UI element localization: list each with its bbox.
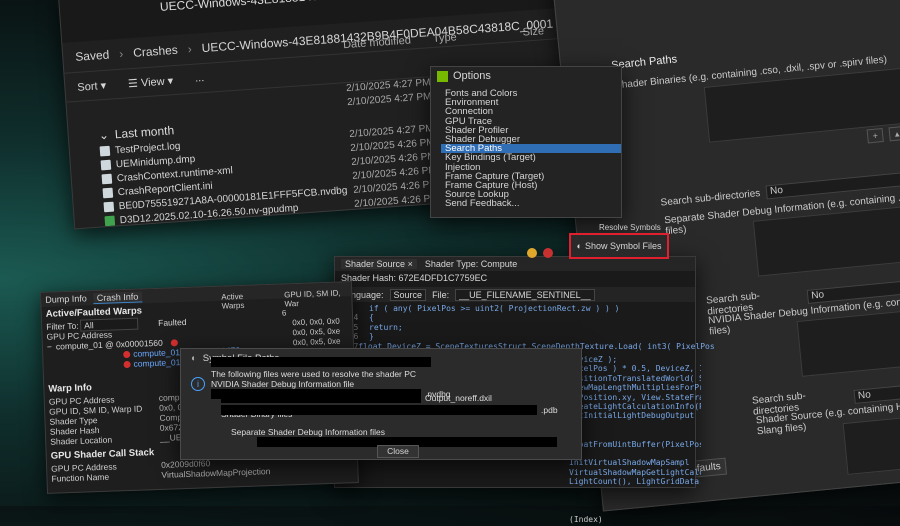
view-label: View [140,75,165,89]
code-text: VirtualShadowMapGetLightCalcula [569,467,701,477]
code-line: 4106} [339,332,691,341]
search-subdirs-label: Search sub-directories [660,187,761,209]
view-button[interactable]: ☰ View ▾ [128,74,174,90]
code-text: LightCount(), LightGridData.Cu [569,477,701,487]
file-icon [101,173,113,185]
nvidia-logo-icon [437,70,448,82]
tab-crash-info[interactable]: Crash Info [92,290,143,304]
breadcrumb-crashes[interactable]: Crashes [133,43,179,60]
redacted-path [221,405,537,415]
code-text: CreateLightCalculationInfo(Pix [569,401,701,411]
code-text: FloatFromUintBuffer(PixelPos); [569,439,701,449]
group-label: Last month [114,123,175,142]
code-text: GetInitialLightDebugOutput [569,411,695,421]
chevron-right-icon: › [118,46,124,61]
symbol-file-paths-dialog: ◐ Symbol File Paths i The following file… [180,348,582,460]
chevron-right-icon: › [187,41,193,57]
warp-values: 6 0x0, 0x0, 0x0 0x0, 0x5, 0xe 0x0, 0x5, … [282,307,341,349]
chevron-down-icon: ⌄ [98,127,110,143]
close-button[interactable]: Close [377,445,419,458]
options-titlebar: Options [431,67,621,85]
shader-hash: Shader Hash: 672E4DFD1C7759EC [341,273,488,283]
sort-label: Sort [77,79,98,94]
code-text: ViewMapLengthMultipliesForProjec [569,383,701,393]
options-title: Options [453,70,491,82]
language-combo[interactable]: Source [389,288,427,301]
code-view-continued: DeviceZ ); PixelPos ) * 0.5, DeviceZ, 1.… [565,353,701,526]
column-gpu-sm-warp[interactable]: GPU ID, SM ID, War [284,288,352,309]
symbol-dialog-message: The following files were used to resolve… [211,369,417,379]
shader-toolbar-buttons [527,248,553,258]
separate-debug-files-label: Separate Shader Debug Information files [231,427,386,437]
gpu-id-value: 0x0, 0x5, 0xe [292,336,341,348]
error-icon [123,350,131,358]
code-text: PixelPos ) * 0.5, DeviceZ, 1.0 [569,364,701,374]
view-icon: ☰ [127,77,139,90]
options-category-list: Fonts and Colors Environment Connection … [441,89,621,209]
symbol-icon: ◐ [191,352,197,364]
file-combo[interactable]: __UE_FILENAME_SENTINEL__ [455,288,595,301]
gpudump-icon [104,215,116,227]
shader-source-toolbar: Language: Source File: __UE_FILENAME_SEN… [335,287,695,302]
file-icon [99,145,111,157]
redacted-path [221,393,421,403]
column-active-warps[interactable]: Active Warps [221,291,265,311]
error-icon [170,338,178,346]
tab-dump-info[interactable]: Dump Info [45,293,87,304]
code-text: (Index) [569,514,603,524]
tab-label: Shader Source [345,259,406,269]
arrow-icon[interactable] [527,248,537,258]
pdb-suffix: .pdb [541,405,558,415]
code-text: SvPosition.xy, View.StateFrameI [569,392,701,402]
resolve-symbols-label: Resolve Symbols [599,223,661,232]
code-text: return; [369,322,403,332]
breadcrumb-saved[interactable]: Saved [75,48,110,64]
file-icon [102,187,114,199]
code-text: { [369,313,374,323]
redacted-path [211,357,431,367]
shader-tabs: Shader Source × Shader Type: Compute [335,257,695,271]
code-text: if ( any( PixelPos >= uint2( ProjectionR… [369,304,620,313]
options-window: Options Fonts and Colors Environment Con… [430,66,622,218]
symbol-icon: ◐ [576,241,582,251]
sort-button[interactable]: Sort ▾ [77,78,107,93]
code-line: if ( any( PixelPos >= uint2( ProjectionR… [339,304,691,313]
code-line: 4104{ [339,313,691,322]
file-icon [103,201,115,213]
show-symbol-files-label: Show Symbol Files [584,241,662,251]
code-text: DeviceZ ); [569,355,618,364]
nvidia-debug-file-label: NVIDIA Shader Debug Information file [211,379,355,389]
resolve-symbols-button[interactable]: Resolve Symbols [599,223,661,232]
options-item[interactable]: Send Feedback... [441,199,621,209]
column-faulted[interactable]: Faulted [158,317,187,328]
more-button[interactable]: ... [195,72,205,85]
close-icon[interactable]: × [408,259,413,269]
info-icon: i [191,377,205,391]
dxil-suffix: Output_noreff.dxil [425,393,492,403]
explorer-title: UECC-Windows-43E81881432B9B4F0DEA04B58C4… [160,0,512,14]
code-line: 4105 return; [339,323,691,332]
code-text: PositionToTranslatedWorld( SvPos [569,373,701,383]
tab-shader-source[interactable]: Shader Source × [341,259,417,269]
error-icon [123,360,131,368]
file-label: File: [432,289,450,300]
show-symbol-files-button[interactable]: ◐ Show Symbol Files [569,233,669,259]
collapse-icon[interactable]: − [47,342,52,352]
move-up-icon[interactable]: ▴ [888,125,900,142]
file-icon [100,159,112,171]
tab-shader-type[interactable]: Shader Type: Compute [425,259,517,269]
search-subdirs-combo[interactable]: No [853,378,900,404]
add-folder-icon[interactable]: + [866,127,884,144]
code-text: } [369,332,374,342]
code-text: InitVirtualShadowMapSampl [569,458,690,468]
stop-icon[interactable] [543,248,553,258]
